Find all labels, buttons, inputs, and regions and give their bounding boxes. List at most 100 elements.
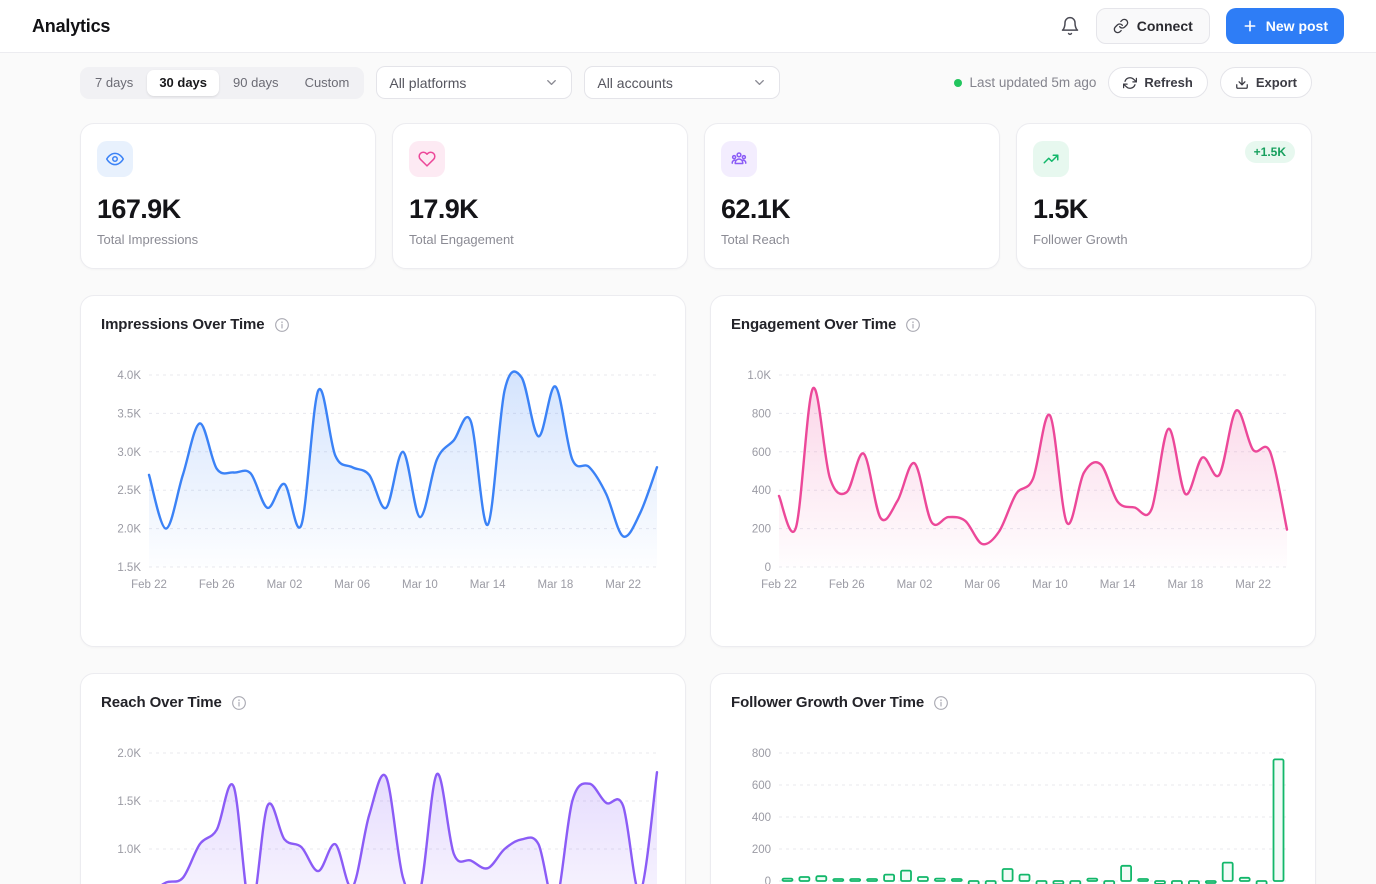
refresh-button-label: Refresh (1144, 75, 1193, 90)
svg-text:Mar 18: Mar 18 (538, 579, 574, 591)
info-icon[interactable] (231, 695, 247, 711)
date-range-segmented-control: 7 days 30 days 90 days Custom (80, 66, 365, 99)
range-90-days[interactable]: 90 days (221, 70, 291, 96)
stat-card-impressions: 167.9K Total Impressions (80, 123, 376, 269)
range-custom[interactable]: Custom (293, 70, 362, 96)
stat-card-reach: 62.1K Total Reach (704, 123, 1000, 269)
svg-text:400: 400 (752, 812, 771, 824)
chart-title: Engagement Over Time (731, 316, 897, 333)
range-7-days[interactable]: 7 days (83, 70, 145, 96)
svg-text:Feb 26: Feb 26 (829, 579, 865, 591)
stat-value: 167.9K (97, 194, 181, 224)
svg-text:Feb 26: Feb 26 (199, 579, 235, 591)
stat-value: 17.9K (409, 194, 479, 224)
trending-up-icon (1033, 141, 1069, 177)
svg-text:2.0K: 2.0K (117, 524, 141, 536)
export-button-label: Export (1255, 75, 1297, 90)
svg-text:600: 600 (752, 447, 771, 459)
svg-text:400: 400 (752, 485, 771, 497)
eye-icon (97, 141, 133, 177)
svg-text:1.5K: 1.5K (117, 796, 141, 808)
reach-line-chart: 2.0K1.5K1.0K500 (117, 748, 659, 884)
charts-grid: Impressions Over Time 4.0K 3.5K 3.0K 2.5K 2.… (80, 295, 1316, 884)
download-icon (1235, 76, 1249, 90)
svg-text:800: 800 (752, 748, 771, 760)
growth-badge: +1.5K (1244, 141, 1295, 163)
svg-text:Mar 22: Mar 22 (1235, 579, 1271, 591)
follower-growth-bar-chart: 800 600 400 200 0 (752, 748, 1287, 884)
stat-label: Total Reach (721, 232, 790, 247)
link-icon (1113, 18, 1129, 34)
svg-text:800: 800 (752, 408, 771, 420)
svg-text:Mar 14: Mar 14 (1100, 579, 1136, 591)
online-status-dot (953, 78, 962, 87)
svg-text:200: 200 (752, 524, 771, 536)
svg-text:2.0K: 2.0K (117, 748, 141, 760)
new-post-button[interactable]: New post (1225, 8, 1344, 44)
svg-text:Feb 22: Feb 22 (761, 579, 797, 591)
chart-title: Impressions Over Time (101, 316, 265, 333)
new-post-button-label: New post (1265, 18, 1328, 34)
range-30-days[interactable]: 30 days (147, 69, 220, 96)
notifications-button[interactable] (1060, 16, 1080, 36)
svg-text:1.0K: 1.0K (117, 844, 141, 856)
filter-bar: 7 days 30 days 90 days Custom All platfo… (80, 66, 1312, 99)
stat-label: Follower Growth (1033, 232, 1128, 247)
svg-text:2.5K: 2.5K (117, 485, 141, 497)
stats-row: 167.9K Total Impressions 17.9K Total Eng… (80, 123, 1312, 269)
last-updated-text: Last updated 5m ago (969, 75, 1097, 90)
chart-card-impressions: Impressions Over Time 4.0K 3.5K 3.0K 2.5K 2.… (80, 295, 686, 647)
svg-text:4.0K: 4.0K (117, 370, 141, 382)
accounts-select-value: All accounts (597, 74, 673, 91)
engagement-line-chart: 1.0K 800 600 400 200 0 Feb 22 Feb 26 Mar 02 Mar 0… (747, 370, 1289, 591)
info-icon[interactable] (274, 317, 290, 333)
stat-card-follower-growth: +1.5K 1.5K Follower Growth (1016, 123, 1312, 269)
svg-text:Mar 18: Mar 18 (1168, 579, 1204, 591)
chart-card-reach: Reach Over Time 2.0K1.5K1.0K500 (80, 673, 686, 884)
stat-card-engagement: 17.9K Total Engagement (392, 123, 688, 269)
bell-icon (1060, 16, 1080, 36)
svg-text:Mar 06: Mar 06 (964, 579, 1000, 591)
top-bar: Analytics Connect New post (0, 0, 1376, 53)
svg-text:Feb 22: Feb 22 (131, 579, 167, 591)
svg-text:3.5K: 3.5K (117, 408, 141, 420)
last-updated-status: Last updated 5m ago (953, 75, 1097, 90)
page-title: Analytics (32, 15, 111, 36)
svg-text:200: 200 (752, 844, 771, 856)
chevron-down-icon (544, 75, 559, 90)
chart-title: Reach Over Time (101, 694, 222, 711)
svg-text:Mar 02: Mar 02 (267, 579, 303, 591)
impressions-line-chart: 4.0K 3.5K 3.0K 2.5K 2.0K 1.5K Feb 22 Feb 26 Mar … (117, 370, 659, 591)
svg-text:0: 0 (765, 562, 771, 574)
export-button[interactable]: Export (1219, 67, 1312, 98)
topbar-actions: Connect New post (1060, 8, 1344, 44)
platforms-select[interactable]: All platforms (376, 66, 573, 99)
stat-label: Total Engagement (409, 232, 514, 247)
accounts-select[interactable]: All accounts (584, 66, 781, 99)
svg-text:1.0K: 1.0K (747, 370, 771, 382)
svg-text:0: 0 (765, 876, 771, 884)
chart-card-engagement: Engagement Over Time 1.0K 800 600 400 200 0 Fe… (710, 295, 1316, 647)
heart-icon (409, 141, 445, 177)
connect-button[interactable]: Connect (1095, 8, 1210, 44)
svg-text:3.0K: 3.0K (117, 447, 141, 459)
users-icon (721, 141, 757, 177)
chart-title: Follower Growth Over Time (731, 694, 925, 711)
svg-text:Mar 06: Mar 06 (334, 579, 370, 591)
platforms-select-value: All platforms (389, 74, 467, 91)
refresh-button[interactable]: Refresh (1108, 67, 1208, 98)
info-icon[interactable] (933, 695, 949, 711)
svg-text:Mar 14: Mar 14 (470, 579, 506, 591)
stat-label: Total Impressions (97, 232, 199, 247)
svg-text:Mar 10: Mar 10 (1032, 579, 1068, 591)
refresh-icon (1123, 76, 1138, 90)
svg-text:Mar 02: Mar 02 (897, 579, 933, 591)
plus-icon (1242, 18, 1258, 34)
stat-value: 62.1K (721, 194, 791, 224)
svg-text:Mar 22: Mar 22 (605, 579, 641, 591)
svg-text:1.5K: 1.5K (117, 562, 141, 574)
svg-text:Mar 10: Mar 10 (402, 579, 438, 591)
connect-button-label: Connect (1136, 18, 1193, 34)
info-icon[interactable] (905, 317, 921, 333)
stat-value: 1.5K (1033, 194, 1088, 224)
